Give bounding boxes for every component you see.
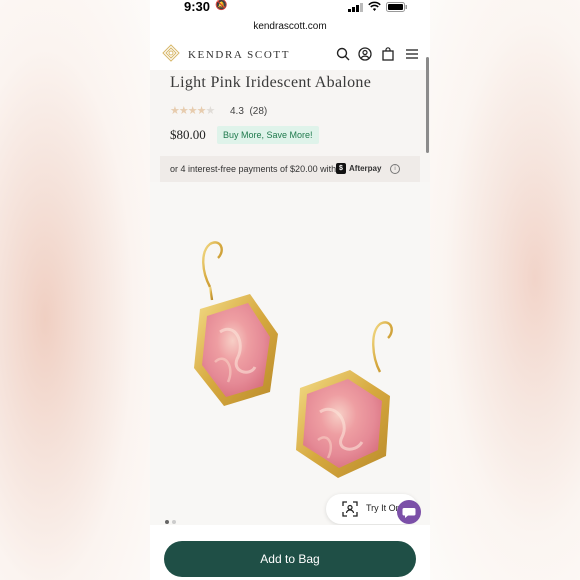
star-empty-icon: ★ — [205, 105, 216, 117]
user-icon[interactable] — [358, 47, 372, 61]
page-scrollbar[interactable] — [426, 57, 429, 153]
wifi-icon — [368, 1, 381, 11]
blurred-background-left — [0, 0, 150, 580]
url-text: kendrascott.com — [253, 21, 327, 32]
product-image[interactable] — [150, 182, 430, 525]
blurred-background-right — [430, 0, 580, 580]
product-detail-content: Light Pink Iridescent Abalone ★★★★★ 4.3 … — [150, 70, 430, 525]
status-bar: 9:30 🔕 — [150, 0, 430, 16]
hamburger-menu-icon[interactable] — [405, 47, 419, 61]
star-icon: ★ — [178, 105, 189, 117]
afterpay-logo-icon: $ — [336, 163, 346, 174]
star-icon: ★ — [170, 105, 180, 117]
gallery-dot[interactable] — [165, 520, 169, 524]
rating-stars[interactable]: ★★★★★ — [170, 104, 216, 117]
browser-url-bar[interactable]: kendrascott.com — [150, 16, 430, 38]
gallery-dot[interactable] — [172, 520, 176, 524]
bell-slash-icon: 🔕 — [215, 0, 228, 11]
brand-name[interactable]: KENDRA SCOTT — [188, 49, 290, 61]
product-price: $80.00 — [170, 127, 206, 142]
try-it-on-label: Try It On — [366, 503, 401, 513]
afterpay-banner: or 4 interest-free payments of $20.00 wi… — [160, 156, 420, 182]
review-count: (28) — [249, 106, 268, 117]
status-time: 9:30 — [184, 0, 211, 14]
star-icon: ★ — [187, 105, 198, 117]
search-icon[interactable] — [336, 47, 350, 61]
sticky-footer: Add to Bag — [150, 525, 430, 580]
afterpay-brand: Afterpay — [349, 164, 382, 173]
add-to-bag-button[interactable]: Add to Bag — [164, 541, 416, 577]
site-header: KENDRA SCOTT — [150, 38, 430, 71]
rating-value: 4.3 — [230, 106, 244, 117]
gallery-pagination — [165, 511, 179, 525]
phone-screen: 9:30 🔕 kendrascott.com KENDRA SCOTT Ligh… — [150, 0, 430, 580]
signal-icon — [348, 3, 363, 12]
chat-button[interactable] — [397, 500, 421, 524]
chat-icon — [402, 508, 416, 518]
battery-icon — [386, 2, 407, 12]
rating-summary[interactable]: 4.3 (28) — [230, 106, 267, 117]
kendra-scott-logo-icon[interactable] — [162, 44, 180, 62]
afterpay-text: or 4 interest-free payments of $20.00 wi… — [170, 164, 337, 174]
earrings-illustration — [194, 241, 393, 478]
info-icon[interactable]: i — [390, 164, 400, 174]
star-icon: ★ — [196, 105, 207, 117]
product-title: Light Pink Iridescent Abalone — [170, 74, 372, 91]
shopping-bag-icon[interactable] — [381, 47, 395, 61]
face-scan-icon — [342, 501, 358, 517]
promo-badge[interactable]: Buy More, Save More! — [217, 126, 319, 144]
